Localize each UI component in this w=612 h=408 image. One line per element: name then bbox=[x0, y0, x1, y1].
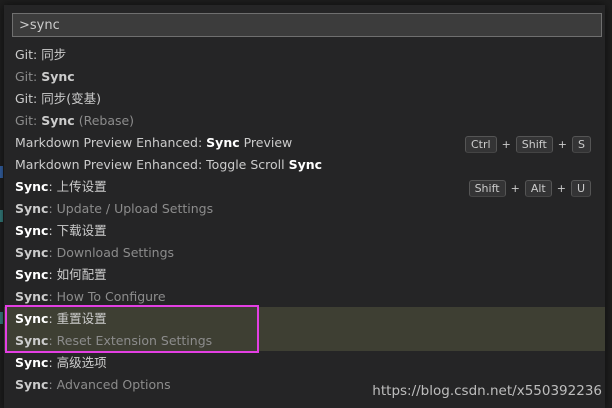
label-text: Markdown Preview Enhanced: bbox=[15, 135, 207, 150]
label-text: : 如何配置 bbox=[48, 267, 107, 282]
command-item[interactable]: Sync: 如何配置 Sync: How To Configure bbox=[4, 263, 605, 307]
command-label: Sync: 如何配置 bbox=[15, 266, 594, 284]
gutter-decoration bbox=[0, 312, 3, 324]
key-separator: + bbox=[501, 138, 511, 151]
keybinding: Shift + Alt + U bbox=[468, 180, 591, 197]
match-highlight: Sync bbox=[15, 245, 49, 260]
gutter-decoration bbox=[0, 166, 3, 178]
command-label: Git: 同步(变基) bbox=[15, 90, 594, 108]
command-description: Sync: Reset Extension Settings bbox=[15, 332, 594, 350]
command-input[interactable] bbox=[13, 14, 601, 36]
label-text: : 重置设置 bbox=[48, 311, 107, 326]
watermark: https://blog.csdn.net/x550392236 bbox=[372, 383, 602, 399]
label-text: Git: bbox=[15, 113, 42, 128]
label-text: (Rebase) bbox=[74, 113, 135, 128]
key-cap: S bbox=[572, 136, 591, 153]
keybinding: Ctrl + Shift + S bbox=[464, 136, 591, 153]
label-text: : How To Configure bbox=[48, 289, 166, 304]
key-cap: Shift bbox=[515, 136, 553, 153]
match-highlight: Sync bbox=[206, 135, 240, 150]
command-label: Sync: 重置设置 bbox=[15, 310, 594, 328]
key-cap: U bbox=[570, 180, 591, 197]
match-highlight: Sync bbox=[41, 69, 75, 84]
command-item[interactable]: Sync: 重置设置 Sync: Reset Extension Settings bbox=[4, 307, 605, 351]
label-text: Preview bbox=[239, 135, 293, 150]
command-item[interactable]: Sync: 上传设置 Sync: Update / Upload Settings… bbox=[4, 175, 605, 219]
key-separator: + bbox=[556, 182, 566, 195]
command-description: Sync: How To Configure bbox=[15, 288, 594, 306]
label-text: : Download Settings bbox=[48, 245, 175, 260]
label-text: : Update / Upload Settings bbox=[48, 201, 214, 216]
key-separator: + bbox=[510, 182, 520, 195]
label-text: Markdown Preview Enhanced: Toggle Scroll bbox=[15, 157, 289, 172]
match-highlight: Sync bbox=[288, 157, 323, 172]
match-highlight: Sync bbox=[15, 289, 49, 304]
gutter-decoration bbox=[0, 210, 3, 222]
command-item[interactable]: Sync: 下载设置 Sync: Download Settings bbox=[4, 219, 605, 263]
label-text: : 下载设置 bbox=[48, 223, 107, 238]
match-highlight: Sync bbox=[15, 333, 49, 348]
command-label: Markdown Preview Enhanced: Toggle Scroll… bbox=[15, 156, 594, 174]
label-text: Git: 同步(变基) bbox=[15, 91, 101, 106]
command-palette: Git: 同步 Git: Sync Git: 同步(变基) Git: Sync (Re… bbox=[4, 5, 605, 408]
command-input-box[interactable] bbox=[12, 13, 602, 37]
command-list: Git: 同步 Git: Sync Git: 同步(变基) Git: Sync (Re… bbox=[4, 43, 605, 395]
match-highlight: Sync bbox=[15, 179, 49, 194]
match-highlight: Sync bbox=[15, 377, 49, 392]
key-cap: Shift bbox=[468, 180, 506, 197]
match-highlight: Sync bbox=[41, 113, 75, 128]
match-highlight: Sync bbox=[15, 267, 49, 282]
match-highlight: Sync bbox=[15, 201, 49, 216]
command-label: Git: 同步 bbox=[15, 46, 594, 64]
label-text: : 上传设置 bbox=[48, 179, 107, 194]
label-text: Git: bbox=[15, 69, 42, 84]
key-separator: + bbox=[557, 138, 568, 151]
label-text: : Advanced Options bbox=[48, 377, 171, 392]
command-description: Sync: Update / Upload Settings bbox=[15, 200, 594, 218]
label-text: Git: 同步 bbox=[15, 47, 67, 62]
key-cap: Alt bbox=[524, 180, 552, 197]
command-item[interactable]: Markdown Preview Enhanced: Sync Preview C… bbox=[4, 131, 605, 153]
label-text: : 高级选项 bbox=[48, 355, 107, 370]
command-description: Sync: Download Settings bbox=[15, 244, 594, 262]
match-highlight: Sync bbox=[15, 311, 49, 326]
command-description: Git: Sync (Rebase) bbox=[15, 112, 594, 130]
command-item[interactable]: Git: 同步(变基) Git: Sync (Rebase) bbox=[4, 87, 605, 131]
command-item[interactable]: Markdown Preview Enhanced: Toggle Scroll… bbox=[4, 153, 605, 175]
command-label: Sync: 下载设置 bbox=[15, 222, 594, 240]
match-highlight: Sync bbox=[15, 355, 49, 370]
key-cap: Ctrl bbox=[464, 136, 497, 153]
label-text: : Reset Extension Settings bbox=[48, 333, 213, 348]
match-highlight: Sync bbox=[15, 223, 49, 238]
command-description: Git: Sync bbox=[15, 68, 594, 86]
command-label: Sync: 高级选项 bbox=[15, 354, 594, 372]
command-item[interactable]: Git: 同步 Git: Sync bbox=[4, 43, 605, 87]
